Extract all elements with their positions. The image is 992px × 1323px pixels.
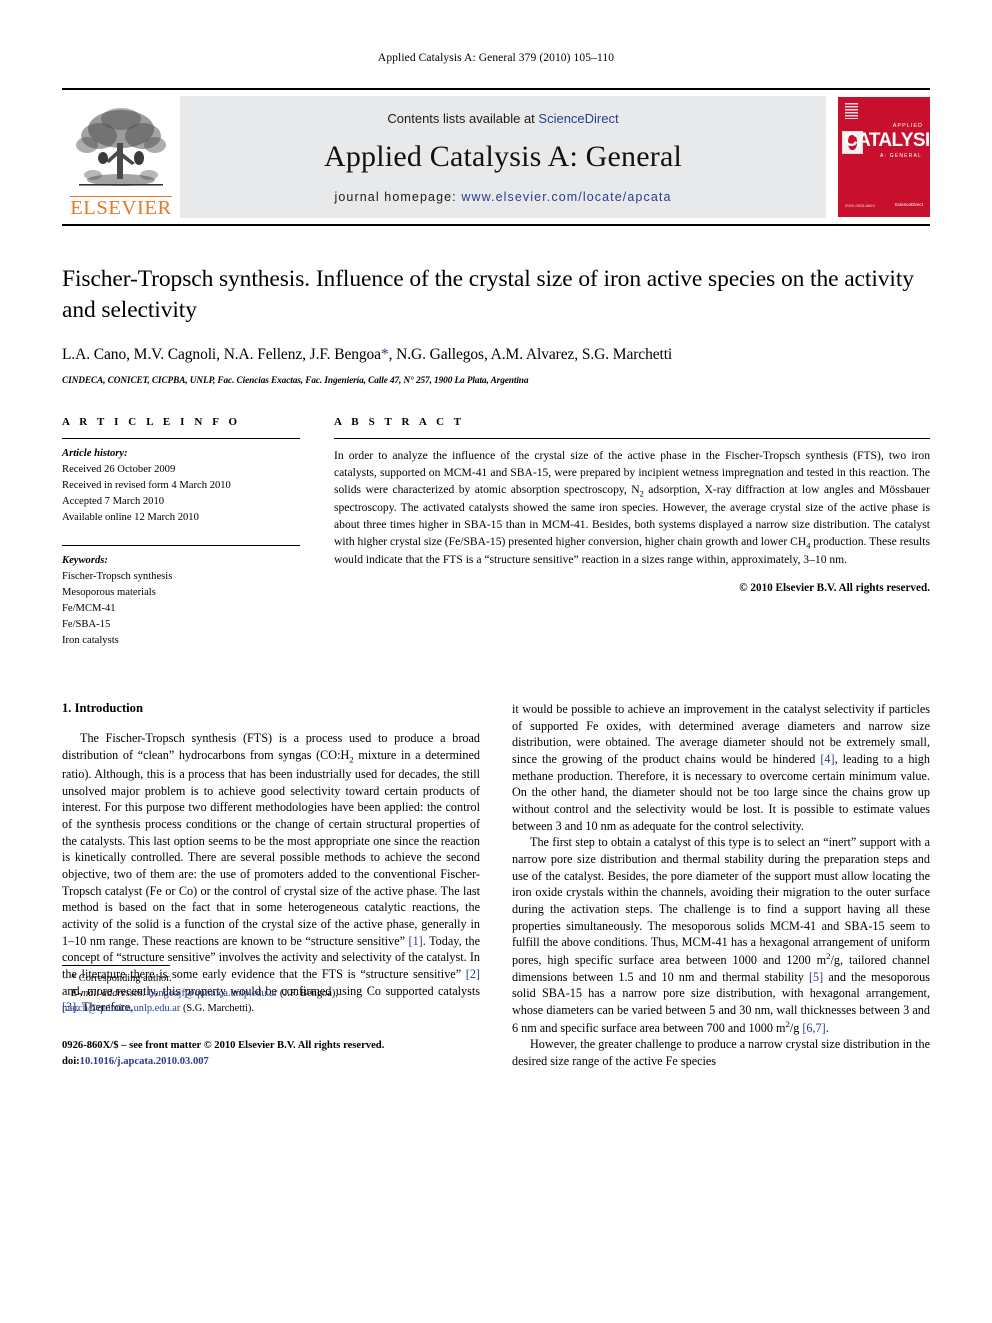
keyword-item: Mesoporous materials	[62, 586, 156, 598]
p1-part-b: mixture in a determined ratio). Although…	[62, 747, 480, 948]
contents-available-line: Contents lists available at ScienceDirec…	[387, 111, 618, 126]
elsevier-tree-icon	[76, 108, 166, 187]
cover-elsevier-mark-icon	[845, 103, 858, 119]
cover-issn: ISSN 0926-860X	[845, 203, 876, 208]
email-link-marchetti[interactable]: march@quimica.unlp.edu.ar	[62, 1003, 180, 1014]
email-second-line: march@quimica.unlp.edu.ar (S.G. Marchett…	[62, 1001, 480, 1016]
article-history-label: Article history:	[62, 448, 128, 460]
authors-part-2: , N.G. Gallegos, A.M. Alvarez, S.G. Marc…	[388, 346, 673, 364]
article-info-column: A R T I C L E I N F O Article history: R…	[62, 416, 300, 649]
intro-paragraph-4: However, the greater challenge to produc…	[512, 1037, 930, 1068]
citation-link-5[interactable]: [5]	[809, 970, 823, 984]
email-addresses-line: E-mail addresses: bengoajf@quimica.unlp.…	[62, 986, 480, 1001]
corresponding-author-note: * Corresponding author.	[71, 972, 172, 984]
journal-cover-block: APPLIED CATALYSIS A: GENERAL ISSN 0926-8…	[826, 90, 930, 224]
keywords-block: Keywords: Fischer-Tropsch synthesis Meso…	[62, 546, 300, 650]
abstract-copyright: © 2010 Elsevier B.V. All rights reserved…	[739, 581, 930, 594]
author-list: L.A. Cano, M.V. Cagnoli, N.A. Fellenz, J…	[62, 346, 930, 364]
footnote-area: * Corresponding author. E-mail addresses…	[62, 964, 480, 1070]
intro-paragraph-2: it would be possible to achieve an impro…	[512, 701, 930, 834]
masthead-center: Contents lists available at ScienceDirec…	[180, 96, 826, 218]
history-item: Received 26 October 2009	[62, 464, 176, 476]
elsevier-logo: ELSEVIER	[62, 90, 180, 224]
p3-part-d: /g	[789, 1020, 803, 1035]
homepage-prefix: journal homepage:	[334, 189, 462, 204]
doi-label: doi:	[62, 1055, 80, 1067]
journal-cover-thumbnail[interactable]: APPLIED CATALYSIS A: GENERAL ISSN 0926-8…	[838, 97, 930, 217]
cover-title: CATALYSIS	[844, 130, 930, 151]
doi-line: doi:10.1016/j.apcata.2010.03.007	[62, 1054, 480, 1070]
sciencedirect-link[interactable]: ScienceDirect	[538, 111, 618, 126]
email-owner-marchetti: (S.G. Marchetti).	[180, 1002, 254, 1014]
cover-footer-text: ScienceDirect	[894, 202, 923, 208]
journal-homepage-line: journal homepage: www.elsevier.com/locat…	[335, 190, 672, 204]
article-history-block: Article history: Received 26 October 200…	[62, 439, 300, 526]
right-column: it would be possible to achieve an impro…	[512, 701, 930, 1070]
cover-applied-label: APPLIED	[892, 123, 923, 129]
email-link-bengoa[interactable]: bengoajf@quimica.unlp.edu.ar	[149, 988, 278, 999]
email-label: E-mail addresses:	[71, 987, 146, 999]
corresponding-author-marker[interactable]: *	[381, 346, 389, 363]
citation-link-67[interactable]: [6,7]	[802, 1021, 825, 1035]
footnote-rule	[62, 964, 170, 966]
homepage-url-link[interactable]: www.elsevier.com/locate/apcata	[461, 190, 671, 204]
doi-link[interactable]: 10.1016/j.apcata.2010.03.007	[80, 1056, 209, 1067]
history-item: Available online 12 March 2010	[62, 512, 199, 524]
intro-paragraph-3: The first step to obtain a catalyst of t…	[512, 834, 930, 1036]
contents-prefix: Contents lists available at	[387, 110, 539, 126]
keyword-item: Fe/MCM-41	[62, 602, 116, 614]
info-abstract-section: A R T I C L E I N F O Article history: R…	[62, 416, 930, 649]
article-info-heading: A R T I C L E I N F O	[62, 416, 241, 429]
abstract-heading: A B S T R A C T	[334, 416, 465, 429]
keyword-item: Fe/SBA-15	[62, 618, 111, 630]
affiliation: CINDECA, CONICET, CICPBA, UNLP, Fac. Cie…	[62, 376, 529, 387]
elsevier-wordmark: ELSEVIER	[70, 196, 172, 220]
running-head: Applied Catalysis A: General 379 (2010) …	[377, 52, 615, 64]
email-owner-bengoa: (J.F. Bengoa),	[277, 987, 338, 999]
history-item: Received in revised form 4 March 2010	[62, 480, 231, 492]
page-title: Fischer-Tropsch synthesis. Influence of …	[62, 266, 914, 324]
authors-part-1: L.A. Cano, M.V. Cagnoli, N.A. Fellenz, J…	[62, 346, 381, 364]
abstract-text: In order to analyze the influence of the…	[334, 439, 930, 569]
citation-link-4[interactable]: [4]	[820, 752, 834, 766]
history-item: Accepted 7 March 2010	[62, 496, 165, 508]
abstract-column: A B S T R A C T In order to analyze the …	[334, 416, 930, 649]
front-matter-line: 0926-860X/$ – see front matter © 2010 El…	[62, 1039, 385, 1051]
title-block: Fischer-Tropsch synthesis. Influence of …	[62, 264, 930, 386]
paper-page: Applied Catalysis A: General 379 (2010) …	[0, 0, 992, 1323]
cover-subtitle: A: GENERAL	[879, 153, 922, 159]
journal-masthead: ELSEVIER Contents lists available at Sci…	[62, 88, 930, 226]
body-columns: 1. Introduction The Fischer-Tropsch synt…	[62, 701, 930, 1070]
p3-part-e: .	[825, 1020, 829, 1035]
journal-title: Applied Catalysis A: General	[323, 139, 683, 173]
imprint-block: 0926-860X/$ – see front matter © 2010 El…	[62, 1038, 480, 1070]
keyword-item: Fischer-Tropsch synthesis	[62, 570, 173, 582]
citation-link-1[interactable]: [1]	[409, 934, 423, 948]
section-heading-introduction: 1. Introduction	[62, 701, 143, 716]
keywords-label: Keywords:	[62, 554, 108, 566]
p3-part-a: The first step to obtain a catalyst of t…	[512, 835, 930, 967]
keyword-item: Iron catalysts	[62, 634, 119, 646]
footnote-text: * Corresponding author. E-mail addresses…	[62, 971, 480, 1016]
left-column: 1. Introduction The Fischer-Tropsch synt…	[62, 701, 480, 1070]
